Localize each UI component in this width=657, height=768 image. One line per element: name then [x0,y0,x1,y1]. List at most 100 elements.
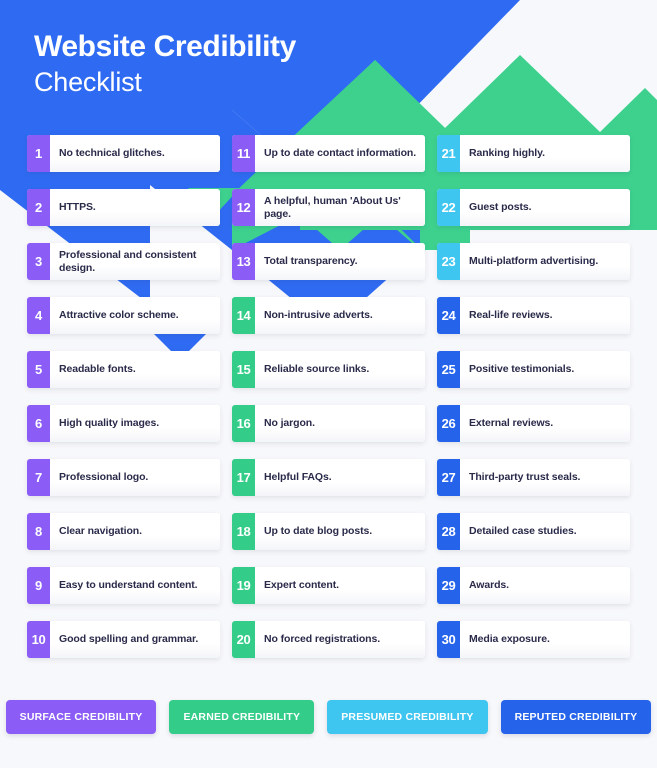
checklist-item-number: 5 [27,351,50,388]
checklist-item[interactable]: 9 Easy to understand content. [27,567,220,604]
checklist-item-label: Media exposure. [469,633,550,646]
checklist-item-label: Clear navigation. [59,525,142,538]
checklist-item[interactable]: 7 Professional logo. [27,459,220,496]
checklist-item-body: Positive testimonials. [460,351,630,388]
header: Website Credibility Checklist [0,0,657,130]
checklist-item-label: Positive testimonials. [469,363,575,376]
checklist-item-number: 18 [232,513,255,550]
checklist-item[interactable]: 11 Up to date contact information. [232,135,425,172]
legend-pill[interactable]: PRESUMED CREDIBILITY [327,700,488,734]
checklist-item-body: Good spelling and grammar. [50,621,220,658]
checklist-item[interactable]: 5 Readable fonts. [27,351,220,388]
checklist-item-label: Guest posts. [469,201,532,214]
checklist-item-body: Multi-platform advertising. [460,243,630,280]
checklist-item-number: 9 [27,567,50,604]
checklist-item[interactable]: 16 No jargon. [232,405,425,442]
checklist-item-body: High quality images. [50,405,220,442]
checklist-item-body: Professional and consistent design. [50,243,220,280]
checklist-item-label: External reviews. [469,417,554,430]
checklist-item-number: 28 [437,513,460,550]
checklist-item-number: 13 [232,243,255,280]
checklist-item-label: Awards. [469,579,509,592]
checklist-item[interactable]: 4 Attractive color scheme. [27,297,220,334]
checklist-item-body: Awards. [460,567,630,604]
checklist-item-label: A helpful, human 'About Us' page. [264,194,401,220]
checklist-item-number: 15 [232,351,255,388]
checklist-item[interactable]: 28 Detailed case studies. [437,513,630,550]
checklist-item-number: 26 [437,405,460,442]
checklist-item[interactable]: 1 No technical glitches. [27,135,220,172]
checklist-item-number: 25 [437,351,460,388]
checklist-item[interactable]: 23 Multi-platform advertising. [437,243,630,280]
column-right: 21 Ranking highly. 22 Guest posts. 23 Multi-p… [437,135,630,658]
checklist-item-number: 1 [27,135,50,172]
checklist-item[interactable]: 24 Real-life reviews. [437,297,630,334]
checklist-item[interactable]: 20 No forced registrations. [232,621,425,658]
checklist-item[interactable]: 27 Third-party trust seals. [437,459,630,496]
checklist-item-label: Up to date blog posts. [264,525,373,538]
checklist-item-body: Expert content. [255,567,425,604]
checklist-item-label: Readable fonts. [59,363,136,376]
checklist-item[interactable]: 15 Reliable source links. [232,351,425,388]
checklist-item-label: Real-life reviews. [469,309,553,322]
checklist-item-label: HTTPS. [59,201,96,214]
checklist-item[interactable]: 6 High quality images. [27,405,220,442]
checklist-item[interactable]: 12 A helpful, human 'About Us' page. [232,189,425,226]
checklist-item-label: Ranking highly. [469,147,545,160]
checklist-item-number: 3 [27,243,50,280]
checklist-item-number: 14 [232,297,255,334]
checklist-item-label: Professional and consistent design. [59,248,197,274]
checklist-item-label: Helpful FAQs. [264,471,332,484]
checklist-item-body: Non-intrusive adverts. [255,297,425,334]
checklist-item[interactable]: 17 Helpful FAQs. [232,459,425,496]
checklist-item[interactable]: 29 Awards. [437,567,630,604]
checklist-item[interactable]: 2 HTTPS. [27,189,220,226]
page-title-primary: Website Credibility [34,30,296,63]
legend-pill[interactable]: REPUTED CREDIBILITY [500,700,652,734]
checklist-item[interactable]: 22 Guest posts. [437,189,630,226]
checklist-item-label: High quality images. [59,417,160,430]
checklist-item-body: Guest posts. [460,189,630,226]
checklist-item-number: 16 [232,405,255,442]
checklist-item-label: Good spelling and grammar. [59,633,199,646]
column-left: 1 No technical glitches. 2 HTTPS. 3 Professio… [27,135,220,658]
legend-pill[interactable]: EARNED CREDIBILITY [169,700,315,734]
checklist-item-body: Up to date blog posts. [255,513,425,550]
checklist-item[interactable]: 13 Total transparency. [232,243,425,280]
checklist-item-label: Detailed case studies. [469,525,577,538]
checklist-item[interactable]: 10 Good spelling and grammar. [27,621,220,658]
checklist-item-body: External reviews. [460,405,630,442]
checklist-item[interactable]: 21 Ranking highly. [437,135,630,172]
checklist-item-body: Up to date contact information. [255,135,425,172]
checklist-item[interactable]: 30 Media exposure. [437,621,630,658]
checklist-item[interactable]: 19 Expert content. [232,567,425,604]
legend-pill[interactable]: SURFACE CREDIBILITY [5,700,157,734]
checklist-item-body: No jargon. [255,405,425,442]
checklist-item[interactable]: 26 External reviews. [437,405,630,442]
checklist-item[interactable]: 18 Up to date blog posts. [232,513,425,550]
checklist-item-label: Third-party trust seals. [469,471,581,484]
checklist-item[interactable]: 3 Professional and consistent design. [27,243,220,280]
checklist-item[interactable]: 8 Clear navigation. [27,513,220,550]
checklist-item-number: 27 [437,459,460,496]
checklist-item-number: 24 [437,297,460,334]
checklist-item[interactable]: 25 Positive testimonials. [437,351,630,388]
checklist-item-number: 30 [437,621,460,658]
checklist-item-label: Professional logo. [59,471,149,484]
checklist-item-body: No forced registrations. [255,621,425,658]
checklist-item-body: No technical glitches. [50,135,220,172]
checklist-item-label: No technical glitches. [59,147,165,160]
legend: SURFACE CREDIBILITY EARNED CREDIBILITY PRE… [0,700,657,734]
checklist-item[interactable]: 14 Non-intrusive adverts. [232,297,425,334]
page-title-secondary: Checklist [34,67,142,98]
checklist-item-label: Total transparency. [264,255,358,268]
checklist-item-body: Media exposure. [460,621,630,658]
checklist-item-number: 12 [232,189,255,226]
checklist-item-number: 4 [27,297,50,334]
checklist-item-number: 23 [437,243,460,280]
checklist-item-body: Readable fonts. [50,351,220,388]
checklist-item-label: Expert content. [264,579,339,592]
checklist-item-number: 7 [27,459,50,496]
checklist-item-label: No forced registrations. [264,633,381,646]
checklist-item-body: Clear navigation. [50,513,220,550]
